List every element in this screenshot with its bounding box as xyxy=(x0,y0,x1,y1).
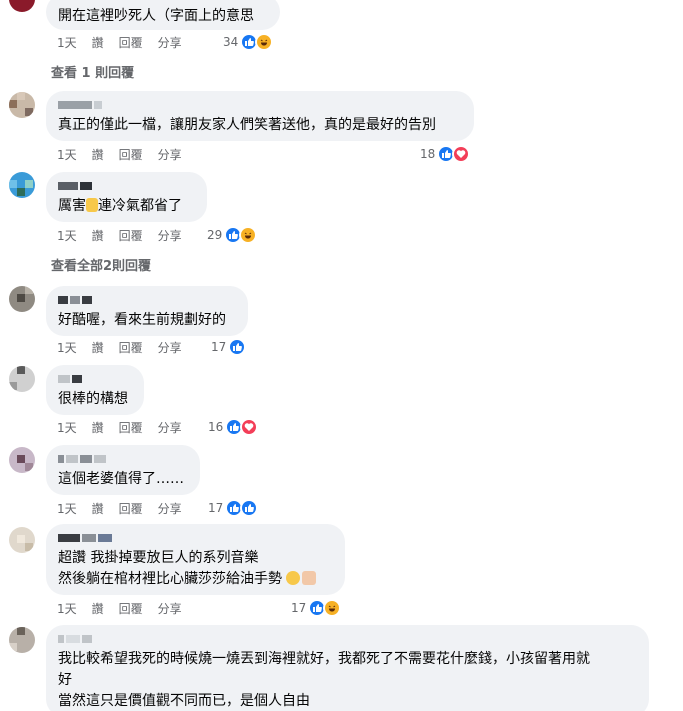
comment-time[interactable]: 1天 xyxy=(57,227,77,244)
haha-icon xyxy=(255,33,274,51)
share-button[interactable]: 分享 xyxy=(158,146,182,163)
comment-actions: 1天 讚 回覆 分享 xyxy=(57,419,197,435)
comment-bubble: 真正的僅此一檔，讓朋友家人們笑著送他，真的是最好的告別 xyxy=(46,91,474,141)
reaction-summary[interactable]: 29 xyxy=(207,226,258,244)
reaction-summary[interactable]: 16 xyxy=(208,418,259,436)
reaction-summary[interactable]: 17 xyxy=(211,338,247,356)
reaction-summary[interactable]: 34 xyxy=(223,33,274,51)
reply-button[interactable]: 回覆 xyxy=(119,34,143,51)
reply-button[interactable]: 回覆 xyxy=(119,419,143,436)
share-button[interactable]: 分享 xyxy=(158,34,182,51)
thumbs-up-emoji xyxy=(86,198,98,212)
comment-text: 很棒的構想 xyxy=(58,391,128,407)
comment-actions: 1天 讚 回覆 分享 xyxy=(57,227,197,243)
share-button[interactable]: 分享 xyxy=(158,339,182,356)
comment-actions: 1天 讚 回覆 分享 xyxy=(57,146,197,162)
avatar[interactable] xyxy=(9,286,35,312)
comment-bubble: 我比較希望我死的時候燒一燒丟到海裡就好，我都死了不需要花什麼錢，小孩留著用就 好… xyxy=(46,625,649,711)
grin-emoji xyxy=(286,571,301,585)
reply-button[interactable]: 回覆 xyxy=(119,600,143,617)
like-button[interactable]: 讚 xyxy=(92,227,104,244)
reaction-count: 34 xyxy=(223,35,239,49)
reaction-count: 16 xyxy=(208,420,224,434)
reaction-summary[interactable]: 17 xyxy=(208,499,259,517)
comment-time[interactable]: 1天 xyxy=(57,600,77,617)
author-name[interactable] xyxy=(58,455,188,463)
reaction-count: 29 xyxy=(207,228,223,242)
like-button[interactable]: 讚 xyxy=(92,34,104,51)
author-name[interactable] xyxy=(58,635,637,643)
author-name[interactable] xyxy=(58,101,462,109)
avatar[interactable] xyxy=(9,627,35,653)
comment-bubble: 厲害 連冷氣都省了 xyxy=(46,172,207,222)
love-icon xyxy=(452,145,471,163)
like-button[interactable]: 讚 xyxy=(92,600,104,617)
comment-bubble: 這個老婆值得了…… xyxy=(46,445,200,495)
comment-text-part: 然後躺在棺材裡比心臟莎莎給油手勢 xyxy=(58,571,282,587)
reply-button[interactable]: 回覆 xyxy=(119,146,143,163)
comment-text-line2: 好 xyxy=(58,672,72,688)
reaction-count: 17 xyxy=(291,601,307,615)
reaction-count: 17 xyxy=(211,340,227,354)
like-button[interactable]: 讚 xyxy=(92,146,104,163)
like-icon xyxy=(240,499,259,517)
avatar[interactable] xyxy=(9,366,35,392)
comment-bubble: 開在這裡吵死人（字面上的意思 xyxy=(46,0,280,30)
avatar[interactable] xyxy=(9,447,35,473)
share-button[interactable]: 分享 xyxy=(158,500,182,517)
like-button[interactable]: 讚 xyxy=(92,339,104,356)
share-button[interactable]: 分享 xyxy=(158,419,182,436)
author-name[interactable] xyxy=(58,296,236,304)
comment-text-line1: 我比較希望我死的時候燒一燒丟到海裡就好，我都死了不需要花什麼錢，小孩留著用就 xyxy=(58,651,590,667)
comment-actions: 1天 讚 回覆 分享 xyxy=(57,500,197,516)
comment-text-line3: 當然這只是價值觀不同而已，是個人自由 xyxy=(58,693,310,709)
comment-bubble: 超讚 我掛掉要放巨人的系列音樂 然後躺在棺材裡比心臟莎莎給油手勢 xyxy=(46,524,345,595)
comment-text-part: 連冷氣都省了 xyxy=(98,198,182,214)
view-replies-link[interactable]: 查看全部2則回覆 xyxy=(51,255,151,274)
share-button[interactable]: 分享 xyxy=(158,600,182,617)
comment-text: 開在這裡吵死人（字面上的意思 xyxy=(58,8,254,24)
reply-button[interactable]: 回覆 xyxy=(119,227,143,244)
haha-icon xyxy=(239,226,258,244)
comment-time[interactable]: 1天 xyxy=(57,146,77,163)
author-name[interactable] xyxy=(58,534,333,542)
haha-icon xyxy=(323,599,342,617)
reaction-count: 17 xyxy=(208,501,224,515)
love-icon xyxy=(240,418,259,436)
comment-bubble: 好酷喔，看來生前規劃好的 xyxy=(46,286,248,336)
flex-emoji xyxy=(302,571,317,585)
comment-actions: 1天 讚 回覆 分享 xyxy=(57,339,197,355)
comment-actions: 1天 讚 回覆 分享 xyxy=(57,34,197,50)
reaction-summary[interactable]: 18 xyxy=(420,145,471,163)
avatar[interactable] xyxy=(9,527,35,553)
avatar[interactable] xyxy=(9,92,35,118)
comment-text-line1: 超讚 我掛掉要放巨人的系列音樂 xyxy=(58,550,259,566)
reaction-count: 18 xyxy=(420,147,436,161)
reply-button[interactable]: 回覆 xyxy=(119,500,143,517)
comment-time[interactable]: 1天 xyxy=(57,500,77,517)
comment-text: 好酷喔，看來生前規劃好的 xyxy=(58,312,226,328)
comment-actions: 1天 讚 回覆 分享 xyxy=(57,600,197,616)
share-button[interactable]: 分享 xyxy=(158,227,182,244)
reply-button[interactable]: 回覆 xyxy=(119,339,143,356)
comment-text-line2: 然後躺在棺材裡比心臟莎莎給油手勢 xyxy=(58,569,333,590)
avatar[interactable] xyxy=(9,0,35,12)
comment-text-part: 厲害 xyxy=(58,198,86,214)
view-replies-link[interactable]: 查看 1 則回覆 xyxy=(51,62,134,81)
comment-bubble: 很棒的構想 xyxy=(46,365,144,415)
comment-text: 厲害 連冷氣都省了 xyxy=(58,196,195,217)
comment-text: 這個老婆值得了…… xyxy=(58,471,184,487)
comment-text: 真正的僅此一檔，讓朋友家人們笑著送他，真的是最好的告別 xyxy=(58,117,436,133)
author-name[interactable] xyxy=(58,375,132,383)
like-button[interactable]: 讚 xyxy=(92,419,104,436)
like-button[interactable]: 讚 xyxy=(92,500,104,517)
author-name[interactable] xyxy=(58,182,195,190)
like-icon xyxy=(228,338,247,356)
reaction-summary[interactable]: 17 xyxy=(291,599,342,617)
comment-time[interactable]: 1天 xyxy=(57,34,77,51)
avatar[interactable] xyxy=(9,172,35,198)
comment-time[interactable]: 1天 xyxy=(57,339,77,356)
comment-time[interactable]: 1天 xyxy=(57,419,77,436)
